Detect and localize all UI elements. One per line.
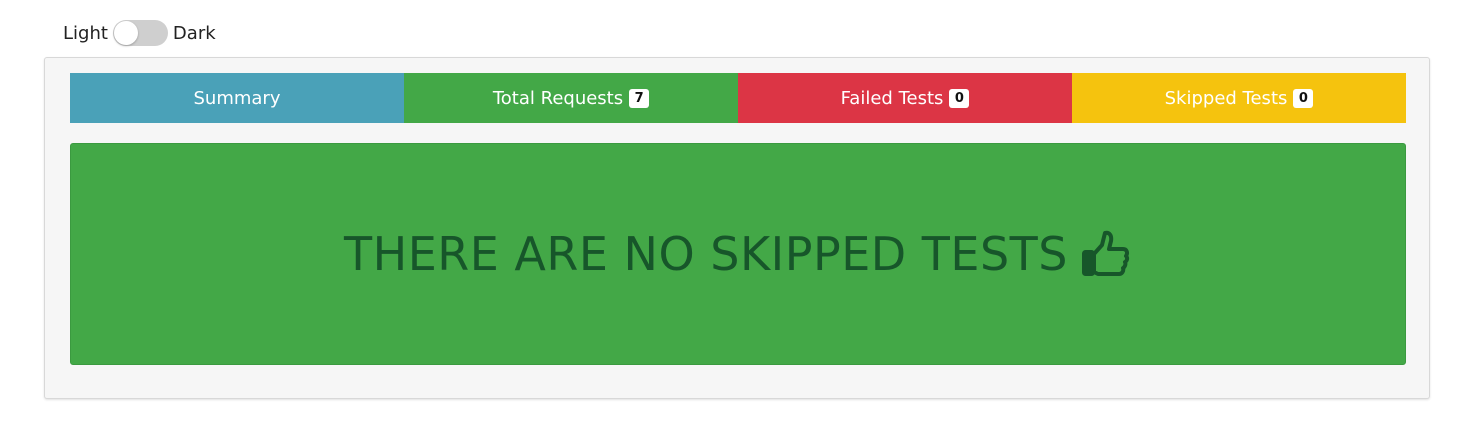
theme-toggle-switch[interactable] <box>112 20 168 46</box>
tab-total-requests[interactable]: Total Requests 7 <box>404 73 738 123</box>
report-card: Summary Total Requests 7 Failed Tests 0 … <box>44 57 1430 399</box>
tab-summary-label: Summary <box>193 87 281 109</box>
theme-dark-label: Dark <box>172 22 216 44</box>
tab-failed-tests[interactable]: Failed Tests 0 <box>738 73 1072 123</box>
toggle-knob <box>113 21 138 45</box>
theme-light-label: Light <box>63 22 108 44</box>
report-tabs: Summary Total Requests 7 Failed Tests 0 … <box>70 73 1406 123</box>
tab-skipped-tests[interactable]: Skipped Tests 0 <box>1072 73 1406 123</box>
tab-summary[interactable]: Summary <box>70 73 404 123</box>
total-requests-badge: 7 <box>629 88 650 108</box>
tab-total-requests-label: Total Requests <box>492 87 624 109</box>
tab-skipped-tests-label: Skipped Tests <box>1164 87 1288 109</box>
panel-message-text: THERE ARE NO SKIPPED TESTS <box>344 227 1068 281</box>
failed-tests-badge: 0 <box>949 88 970 108</box>
tab-failed-tests-label: Failed Tests <box>840 87 944 109</box>
skipped-tests-panel: THERE ARE NO SKIPPED TESTS <box>70 143 1406 365</box>
theme-switcher: Light Dark <box>63 16 216 50</box>
thumbs-up-icon <box>1080 228 1132 280</box>
no-skipped-tests-message: THERE ARE NO SKIPPED TESTS <box>344 227 1132 281</box>
skipped-tests-badge: 0 <box>1293 88 1314 108</box>
